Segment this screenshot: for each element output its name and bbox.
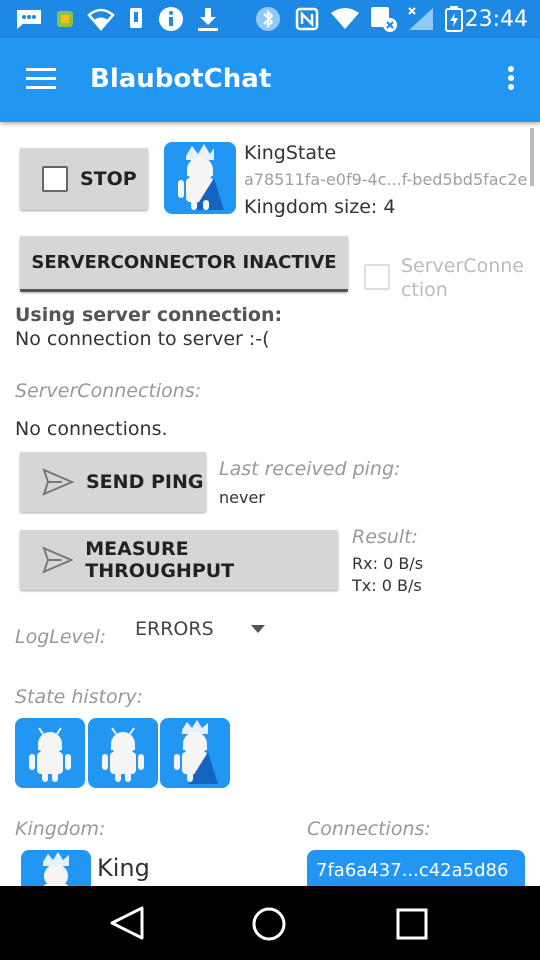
back-icon[interactable] [108, 905, 146, 941]
state-history-label: State history: [15, 686, 144, 708]
kingdom-size: Kingdom size: 4 [244, 196, 396, 218]
kingdom-member-name: King [97, 854, 150, 882]
server-connections-value: No connections. [15, 418, 168, 440]
king-id: a78511fa-e0f9-4c...f-bed5bd5fac2e [244, 170, 528, 189]
measure-throughput-label: MEASURE THROUGHPUT [85, 538, 235, 582]
using-server-value: No connection to server :-( [15, 328, 270, 350]
battery-icon [442, 6, 466, 32]
navigation-bar [0, 886, 540, 960]
signal-bars-icon [404, 6, 436, 32]
send-ping-button[interactable]: SEND PING [20, 452, 206, 512]
state-history-king [160, 718, 230, 788]
kingdom-member-avatar [21, 850, 91, 886]
main-content[interactable]: STOP KingState a78511fa-e0f9-4c...f-bed5… [0, 122, 540, 886]
nfc-icon [294, 6, 320, 32]
last-ping-value: never [219, 488, 265, 507]
result-label: Result: [352, 526, 418, 548]
dropdown-arrow-icon [251, 625, 265, 633]
measure-throughput-button[interactable]: MEASURE THROUGHPUT [20, 530, 338, 590]
stop-checkbox[interactable] [42, 166, 68, 192]
server-connections-label: ServerConnections: [15, 380, 202, 402]
using-server-label: Using server connection: [15, 304, 283, 326]
no-sim-icon [368, 6, 400, 32]
wifi-signal-icon [328, 6, 362, 32]
state-history-peasant-1 [15, 718, 85, 788]
king-avatar [164, 142, 236, 214]
rx-value: Rx: 0 B/s [352, 554, 424, 573]
send-icon [42, 546, 74, 574]
message-icon [14, 6, 44, 32]
connections-label: Connections: [307, 818, 431, 840]
wifi-icon [86, 6, 116, 32]
usb-icon [124, 6, 148, 32]
connection-item[interactable]: 7fa6a437...c42a5d86 [307, 850, 525, 886]
recents-icon[interactable] [396, 908, 428, 940]
server-connector-button[interactable]: SERVERCONNECTOR INACTIVE [20, 236, 348, 292]
loglevel-label: LogLevel: [15, 626, 107, 648]
send-icon [42, 468, 74, 496]
stop-toggle-button[interactable]: STOP [20, 148, 148, 210]
state-history-peasant-2 [88, 718, 158, 788]
server-connection-checkbox-label: ServerConne ction [401, 255, 524, 301]
overflow-menu-icon[interactable] [508, 66, 516, 94]
app-notification-icon [52, 6, 78, 32]
download-icon [194, 6, 222, 32]
scrollbar[interactable] [530, 128, 534, 186]
kingdom-label: Kingdom: [15, 818, 106, 840]
status-bar: 23:44 [0, 0, 540, 38]
app-bar: BlaubotChat [0, 38, 540, 122]
stop-label: STOP [80, 168, 137, 190]
home-icon[interactable] [251, 906, 287, 942]
bluetooth-icon [254, 6, 282, 32]
loglevel-selected: ERRORS [135, 618, 214, 640]
send-ping-label: SEND PING [86, 471, 204, 493]
app-title: BlaubotChat [90, 64, 272, 94]
server-connection-checkbox[interactable] [364, 264, 390, 290]
last-ping-label: Last received ping: [219, 458, 401, 480]
info-icon [156, 6, 186, 32]
menu-icon[interactable] [26, 68, 56, 92]
king-name: KingState [244, 142, 337, 164]
tx-value: Tx: 0 B/s [352, 576, 422, 595]
loglevel-select[interactable]: ERRORS [122, 608, 282, 648]
server-connector-label: SERVERCONNECTOR INACTIVE [31, 252, 337, 273]
status-time: 23:44 [464, 7, 528, 32]
